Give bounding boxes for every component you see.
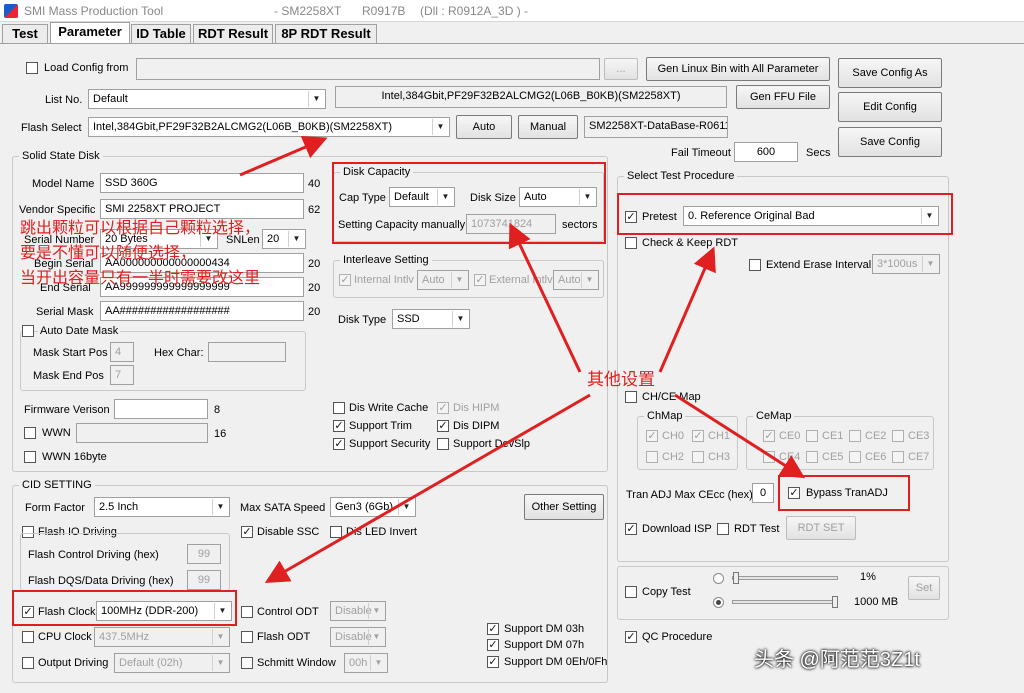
arrow-to-flash-select — [239, 136, 328, 177]
arrow-to-capacity-field — [508, 222, 582, 373]
watermark-text: 头条 @阿范范3Z1t — [754, 649, 920, 671]
app-window: { "window":{"title":"SMI Mass Production… — [0, 0, 1024, 693]
annotation-arrows — [239, 136, 806, 584]
arrow-to-check-keep-rdt — [658, 246, 716, 373]
arrow-to-bypass — [674, 393, 806, 479]
arrow-to-flash-clock — [264, 393, 591, 584]
